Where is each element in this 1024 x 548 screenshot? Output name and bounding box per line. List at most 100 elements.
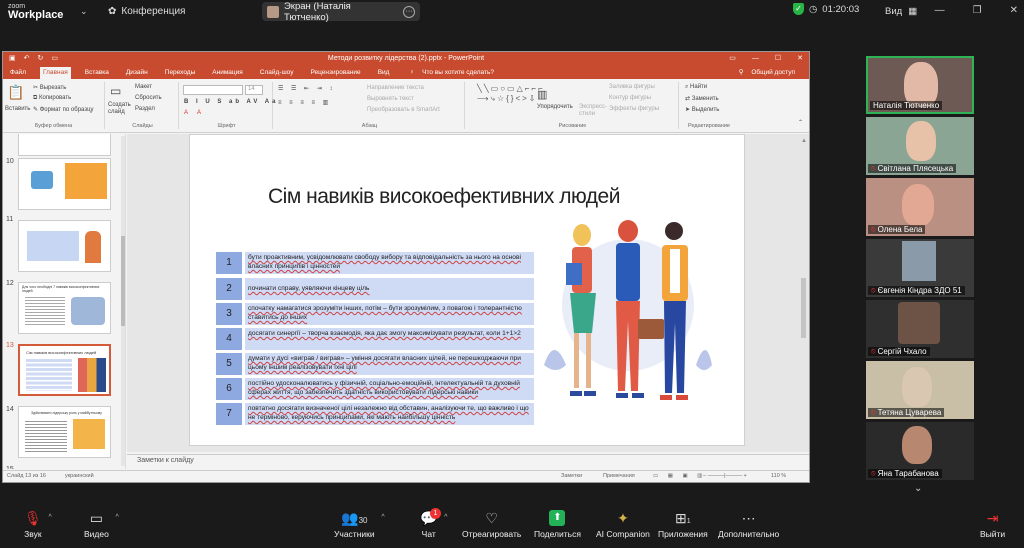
tab-home[interactable]: Главная: [39, 67, 71, 79]
more-button[interactable]: ⋯ Дополнительно: [718, 510, 779, 539]
shape-effects-button[interactable]: Эффекты фигуры: [609, 106, 659, 112]
undo-icon[interactable]: ↶: [24, 52, 30, 66]
minimize-icon[interactable]: —: [935, 5, 945, 16]
language-indicator[interactable]: украинский: [65, 473, 94, 479]
current-slide[interactable]: Сім навиків високоефективних людей 1 бути…: [189, 134, 745, 446]
restore-icon[interactable]: ❐: [973, 5, 982, 16]
new-slide-button[interactable]: Создать слайд: [108, 102, 131, 116]
smartart-button[interactable]: Преобразовать в SmartArt: [367, 107, 440, 113]
leave-meeting-button[interactable]: ⇥ Выйти: [980, 510, 1005, 539]
section-button[interactable]: Раздел: [135, 106, 155, 112]
ribbon-display-icon[interactable]: ▭: [729, 52, 736, 66]
tab-slideshow[interactable]: Слайд-шоу: [257, 67, 297, 79]
screen-share-indicator[interactable]: Экран (Наталія Тютченко) ···: [262, 1, 420, 23]
zoom-level[interactable]: 110 %: [771, 473, 786, 479]
text-direction-button[interactable]: Направление текста: [367, 85, 424, 91]
skill-row[interactable]: 3 спочатку намагатися зрозуміти інших, по…: [216, 303, 534, 325]
audio-button[interactable]: 🎙 Звук ^: [24, 510, 52, 539]
slide-title[interactable]: Сім навиків високоефективних людей: [254, 185, 634, 209]
tab-transitions[interactable]: Переходы: [162, 67, 199, 79]
collapse-ribbon-icon[interactable]: ⌃: [798, 119, 803, 126]
arrange-button[interactable]: Упорядочить: [537, 104, 573, 110]
find-button[interactable]: ⌕ Найти: [685, 84, 707, 91]
scroll-up-icon[interactable]: ▲: [801, 138, 807, 144]
tab-view[interactable]: Вид: [375, 67, 393, 79]
chevron-down-icon[interactable]: ⌄: [80, 6, 88, 17]
replace-button[interactable]: ⇄ Заменить: [685, 95, 719, 102]
more-options-icon[interactable]: ···: [403, 5, 415, 18]
conference-menu[interactable]: ✿ Конференция: [108, 6, 185, 17]
participant-tile[interactable]: ⦸ Світлана Плясецька: [866, 117, 974, 175]
participant-tile[interactable]: ⦸ Яна Тарабанова: [866, 422, 974, 480]
view-buttons[interactable]: ▭ ▦ ▣ ▥: [653, 473, 706, 479]
tell-me-box[interactable]: ♀ Что вы хотите сделать?: [403, 67, 500, 79]
share-screen-button[interactable]: ⬆ Поделиться: [534, 510, 581, 539]
reset-button[interactable]: Сбросить: [135, 95, 162, 101]
select-button[interactable]: ➤ Выделить: [685, 106, 719, 113]
participants-options-caret[interactable]: ^: [381, 514, 384, 521]
participants-button[interactable]: 👥30 Участники ^: [334, 510, 385, 539]
align-buttons[interactable]: ≡ ≡ ≡ ≡ ▥: [278, 99, 331, 106]
gallery-scroll-down-icon[interactable]: ⌄: [914, 483, 922, 494]
thumbnails-scrollbar[interactable]: [121, 136, 125, 466]
apps-button[interactable]: ⊞1 Приложения: [658, 510, 708, 539]
ai-companion-button[interactable]: ✦ AI Companion: [596, 510, 650, 539]
slide-thumbnail-10[interactable]: [18, 158, 111, 210]
cut-button[interactable]: ✂ Вырезать: [33, 84, 66, 91]
chat-button[interactable]: 💬 1 Чат ^: [420, 508, 447, 539]
skill-row[interactable]: 6 постійно удосконалюватись у фізичній, с…: [216, 378, 534, 400]
skill-row[interactable]: 1 бути проактивним, усвідомлювати свободу…: [216, 252, 534, 274]
tab-review[interactable]: Рецензирование: [307, 67, 363, 79]
copy-button[interactable]: ⧉ Копировать: [33, 95, 71, 102]
layout-button[interactable]: Макет: [135, 84, 152, 90]
video-options-caret[interactable]: ^: [116, 514, 119, 521]
slide-thumbnail[interactable]: [18, 134, 111, 156]
format-painter-button[interactable]: ✎ Формат по образцу: [33, 106, 94, 113]
tab-animations[interactable]: Анимация: [209, 67, 246, 79]
tab-file[interactable]: Файл: [7, 67, 29, 79]
new-slide-icon[interactable]: ▭: [110, 84, 121, 98]
share-button[interactable]: ⚲ Общий доступ: [733, 67, 801, 79]
audio-options-caret[interactable]: ^: [48, 514, 51, 521]
shape-fill-button[interactable]: Заливка фигуры: [609, 84, 655, 90]
scroll-thumb[interactable]: [801, 278, 806, 338]
list-buttons[interactable]: ☰ ☰ ⇤ ⇥ ↕: [278, 85, 335, 92]
slideshow-icon[interactable]: ▭: [51, 52, 58, 66]
tab-insert[interactable]: Вставка: [82, 67, 112, 79]
slide-scrollbar[interactable]: ▲: [801, 138, 807, 438]
align-text-button[interactable]: Выровнять текст: [367, 96, 414, 102]
ppt-maximize-icon[interactable]: ☐: [775, 52, 781, 66]
slide-thumbnail-11[interactable]: [18, 220, 111, 272]
tab-design[interactable]: Дизайн: [123, 67, 151, 79]
paste-button[interactable]: Вставить: [5, 106, 30, 112]
comments-toggle[interactable]: Примечания: [603, 473, 635, 479]
slide-thumbnail-13-selected[interactable]: Сім навиків високоефективних людей: [18, 344, 111, 396]
participant-tile[interactable]: ⦸ Олена Бела: [866, 178, 974, 236]
font-name-box[interactable]: [183, 85, 243, 95]
skill-row[interactable]: 2 починати справу, уявляючи кінцеву ціль: [216, 278, 534, 300]
paste-icon[interactable]: 📋: [7, 84, 24, 101]
participant-tile[interactable]: ⦸ Євгенія Кіндра ЗДО 51: [866, 239, 974, 297]
redo-icon[interactable]: ↻: [38, 52, 44, 66]
font-style-buttons[interactable]: B I U S ab AV Aa: [184, 99, 278, 105]
skill-row[interactable]: 4 досягати синергії – творча взаємодія, я…: [216, 328, 534, 350]
font-color-buttons[interactable]: A A: [184, 110, 205, 116]
slide-thumbnail-12[interactable]: Для чого необхідні 7 навиків високоефект…: [18, 282, 111, 334]
scroll-thumb[interactable]: [121, 236, 125, 326]
view-menu[interactable]: Вид ▦: [885, 6, 917, 17]
save-icon[interactable]: ▣: [9, 52, 16, 66]
font-size-box[interactable]: 14: [245, 85, 263, 95]
close-icon[interactable]: ✕: [1010, 5, 1018, 16]
slide-thumbnail-14[interactable]: Здійснювати лідерську роль у майбутньому: [18, 406, 111, 458]
skill-row[interactable]: 7 повтатно досягати визначеної цілі незал…: [216, 403, 534, 425]
three-women-illustration[interactable]: [536, 215, 714, 421]
participant-tile[interactable]: ⦸ Тетяна Цуварева: [866, 361, 974, 419]
quick-styles-button[interactable]: Экспресс-стили: [579, 104, 607, 118]
ppt-minimize-icon[interactable]: —: [752, 52, 759, 66]
chat-options-caret[interactable]: ^: [444, 514, 447, 521]
participant-tile[interactable]: ⦸ Сергій Чхало: [866, 300, 974, 358]
react-button[interactable]: ♡ Отреагировать: [462, 510, 521, 539]
slide-notes[interactable]: Заметки к слайду: [127, 454, 809, 469]
ppt-close-icon[interactable]: ✕: [797, 52, 803, 66]
shape-outline-button[interactable]: Контур фигуры: [609, 95, 651, 101]
